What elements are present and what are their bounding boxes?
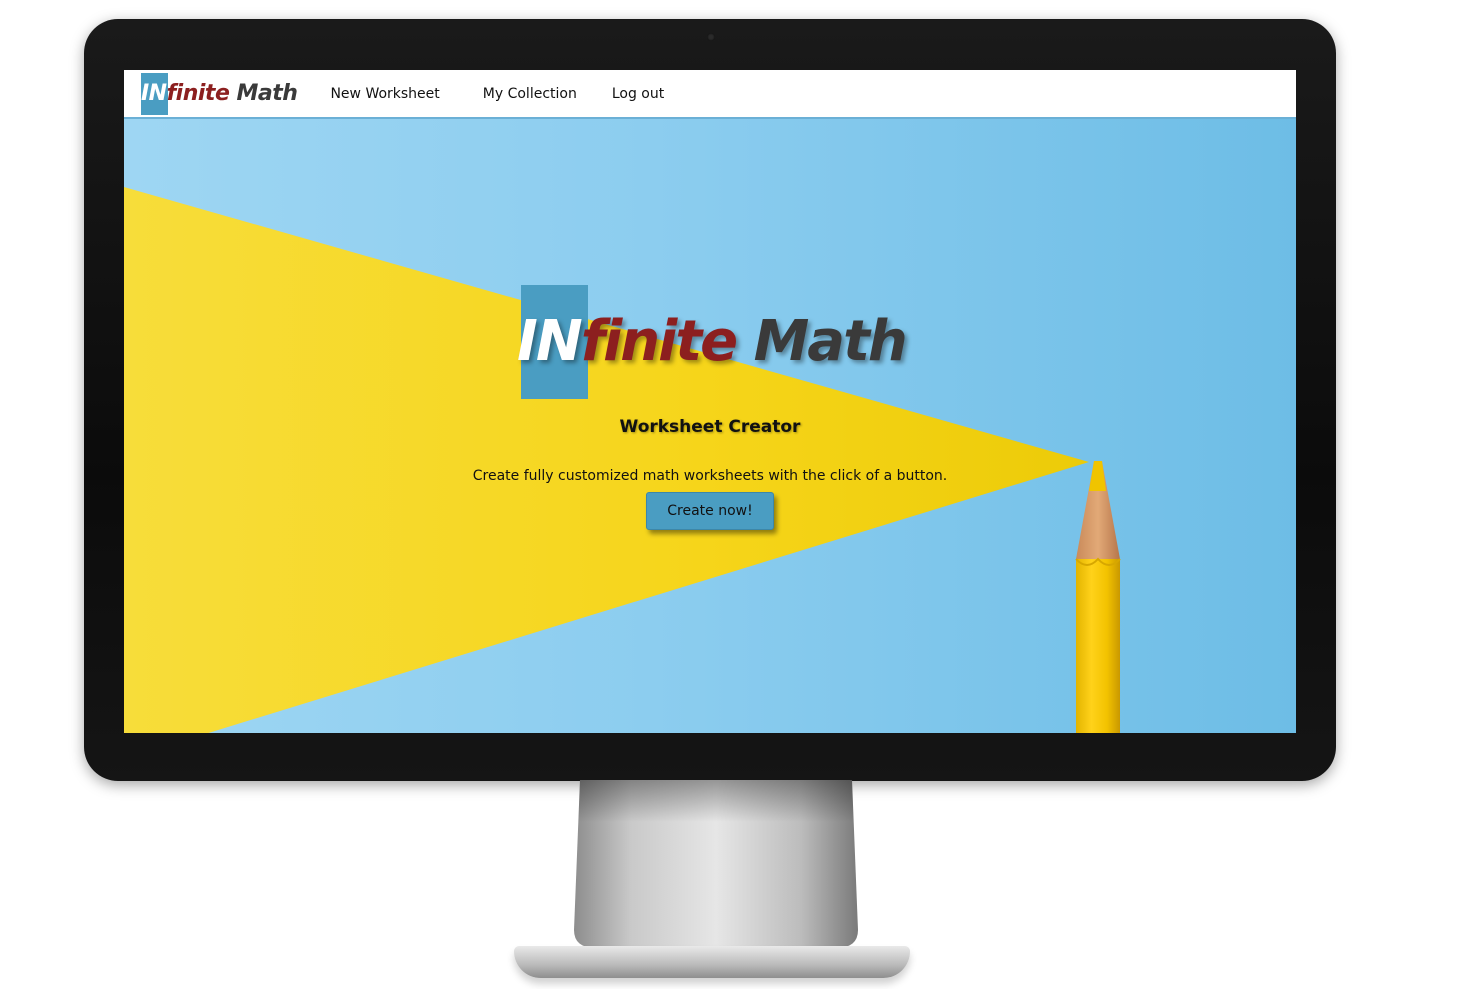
hero-logo-text: INfinite Math	[517, 309, 908, 374]
hero-logo: INfinite Math	[517, 285, 921, 399]
logo-math: Math	[229, 81, 298, 106]
logo-finite: finite	[166, 81, 230, 106]
hero-logo-math: Math	[736, 309, 908, 374]
monitor-stand-base	[514, 946, 910, 978]
monitor-stand-neck	[574, 780, 858, 948]
nav-link-log-out[interactable]: Log out	[612, 86, 664, 102]
hero-logo-finite: finite	[580, 309, 738, 374]
pencil-body-icon	[1076, 559, 1120, 733]
hero-description: Create fully customized math worksheets …	[472, 468, 948, 484]
hero-logo-in: IN	[517, 309, 583, 374]
hero-subtitle: Worksheet Creator	[619, 417, 801, 437]
navbar: INfinite Math New Worksheet My Collectio…	[124, 70, 1296, 119]
hero-section: INfinite Math Worksheet Creator Create f…	[124, 119, 1296, 733]
screen: INfinite Math New Worksheet My Collectio…	[124, 70, 1296, 733]
logo-in: IN	[141, 81, 167, 106]
create-now-button[interactable]: Create now!	[646, 492, 774, 530]
nav-logo[interactable]: INfinite Math	[141, 72, 298, 115]
nav-link-my-collection[interactable]: My Collection	[483, 86, 577, 102]
nav-link-new-worksheet[interactable]: New Worksheet	[330, 86, 439, 102]
webcam-icon	[707, 33, 715, 41]
logo-text: INfinite Math	[141, 81, 298, 106]
yellow-wedge	[124, 187, 1089, 733]
stage: INfinite Math New Worksheet My Collectio…	[0, 0, 1463, 989]
